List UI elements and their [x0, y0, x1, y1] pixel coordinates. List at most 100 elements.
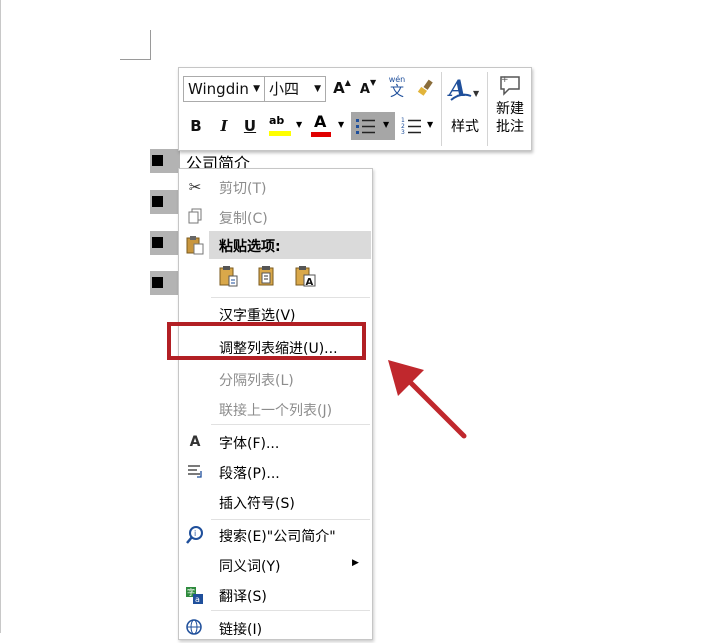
new-comment-label-line2: 批注 — [496, 119, 524, 135]
italic-button[interactable]: I — [215, 117, 233, 135]
menu-item-label: 段落(P)... — [219, 466, 280, 482]
menu-item-link[interactable]: 链接(I) — [179, 613, 372, 643]
annotation-arrow-icon — [388, 360, 467, 439]
menu-item-label: 同义词(Y) — [219, 559, 281, 575]
font-name-value: Wingdin — [188, 80, 249, 98]
list-bullet-4[interactable] — [150, 271, 180, 295]
scissors-icon: ✂ — [188, 178, 202, 196]
page-margin-corner-mark — [120, 30, 151, 60]
numbering-button[interactable]: 123 ▼ — [399, 112, 439, 140]
menu-item-copy[interactable]: 复制(C) — [179, 202, 372, 232]
list-bullet-1[interactable] — [150, 149, 180, 173]
comment-icon: + — [500, 75, 520, 96]
paste-keep-source-formatting-button[interactable] — [219, 265, 239, 287]
paste-text-only-button[interactable]: A — [295, 265, 316, 288]
grow-font-button[interactable]: A▲ — [333, 78, 351, 97]
menu-item-label: 翻译(S) — [219, 589, 267, 605]
paste-options-label: 粘贴选项: — [219, 239, 281, 255]
chevron-down-icon[interactable]: ▼ — [427, 120, 433, 129]
svg-text:3: 3 — [401, 129, 405, 136]
svg-text:i: i — [194, 529, 196, 538]
bullet-list-icon — [356, 119, 375, 134]
paste-merge-formatting-button[interactable] — [257, 265, 277, 287]
styles-gallery-button[interactable]: A ▼ — [447, 74, 483, 104]
grow-font-icon: A — [333, 79, 345, 97]
translate-icon: 字a — [185, 585, 205, 605]
svg-text:▼: ▼ — [473, 89, 480, 98]
font-color-button[interactable]: A — [309, 112, 333, 140]
bullet-square-icon — [152, 237, 163, 248]
menu-item-paragraph[interactable]: 段落(P)... — [179, 457, 372, 487]
highlighter-icon: ab — [269, 114, 285, 127]
toolbar-separator — [487, 72, 488, 146]
svg-text:A: A — [306, 277, 314, 287]
menu-item-join-previous-list[interactable]: 联接上一个列表(J) — [179, 394, 372, 424]
link-icon — [185, 618, 205, 638]
phonetic-guide-button[interactable]: wén 文 — [386, 75, 408, 103]
menu-item-label: 字体(F)... — [219, 436, 280, 452]
annotation-highlight-box — [167, 322, 366, 360]
clipboard-keep-formatting-icon — [219, 266, 238, 287]
menu-item-cut[interactable]: ✂ 剪切(T) — [179, 172, 372, 202]
svg-text:a: a — [195, 595, 200, 604]
font-icon: A — [189, 434, 201, 450]
shrink-font-button[interactable]: A▼ — [359, 78, 377, 97]
clipboard-text-only-icon: A — [295, 266, 316, 288]
context-menu: ✂ 剪切(T) 复制(C) 粘贴选项: A 汉字重选(V) 调整列表缩进(U).… — [178, 168, 373, 640]
svg-text:A: A — [447, 76, 466, 102]
menu-item-label: 插入符号(S) — [219, 496, 295, 512]
bullet-square-icon — [152, 155, 163, 166]
paragraph-icon — [185, 462, 205, 482]
bullets-button[interactable]: ▼ — [351, 112, 395, 140]
menu-item-label: 搜索(E)"公司简介" — [219, 529, 336, 545]
styles-icon: A ▼ — [447, 76, 480, 102]
submenu-arrow-icon: ▶ — [352, 558, 359, 568]
shrink-font-icon: A — [359, 82, 370, 97]
chevron-down-icon[interactable]: ▼ — [383, 120, 389, 129]
bullet-square-icon — [152, 277, 163, 288]
styles-label: 样式 — [451, 119, 479, 135]
menu-item-insert-symbol[interactable]: 插入符号(S) — [179, 487, 372, 517]
copy-icon — [185, 207, 205, 227]
chevron-down-icon[interactable]: ▼ — [338, 120, 344, 129]
toolbar-separator — [441, 72, 442, 146]
format-painter-button[interactable] — [415, 78, 435, 98]
paste-options-header: 粘贴选项: — [209, 231, 371, 259]
highlight-color-swatch — [269, 131, 291, 136]
list-bullet-3[interactable] — [150, 231, 180, 255]
phonetic-guide-char: 文 — [390, 84, 404, 100]
paste-icon — [185, 235, 205, 259]
chevron-down-icon[interactable]: ▼ — [314, 77, 321, 101]
page-left-edge — [0, 0, 1, 633]
clipboard-merge-icon — [258, 266, 274, 286]
menu-item-smart-lookup[interactable]: i 搜索(E)"公司简介" — [179, 520, 372, 550]
menu-item-label: 联接上一个列表(J) — [219, 403, 333, 419]
font-color-icon: A — [314, 112, 327, 131]
font-name-combo[interactable]: Wingdin ▼ — [183, 76, 265, 102]
mini-toolbar: Wingdin ▼ 小四 ▼ A▲ A▼ wén 文 A ▼ 样式 + 新建 批注… — [178, 67, 532, 151]
menu-item-translate[interactable]: 字a 翻译(S) — [179, 580, 372, 610]
chevron-down-icon[interactable]: ▼ — [253, 77, 260, 101]
underline-button[interactable]: U — [241, 117, 259, 135]
font-size-value: 小四 — [269, 80, 300, 98]
format-painter-icon — [417, 79, 433, 96]
highlight-color-button[interactable]: ab — [267, 112, 293, 140]
menu-item-label: 剪切(T) — [219, 181, 267, 197]
svg-text:+: + — [501, 75, 509, 85]
new-comment-label-line1: 新建 — [496, 101, 524, 117]
menu-item-font[interactable]: A 字体(F)... — [179, 427, 372, 457]
list-bullet-2[interactable] — [150, 190, 180, 214]
menu-item-label: 分隔列表(L) — [219, 373, 294, 389]
bold-button[interactable]: B — [187, 117, 205, 135]
bullet-square-icon — [152, 196, 163, 207]
menu-separator — [211, 610, 370, 611]
numbered-list-icon: 123 — [401, 117, 421, 136]
menu-item-synonyms[interactable]: 同义词(Y) ▶ — [179, 550, 372, 580]
font-size-combo[interactable]: 小四 ▼ — [264, 76, 326, 102]
menu-separator — [211, 297, 370, 298]
new-comment-button[interactable]: + 新建 批注 — [491, 74, 529, 148]
font-color-swatch — [311, 132, 331, 137]
chevron-down-icon[interactable]: ▼ — [296, 120, 302, 129]
menu-item-separate-list[interactable]: 分隔列表(L) — [179, 364, 372, 394]
menu-separator — [211, 424, 370, 425]
